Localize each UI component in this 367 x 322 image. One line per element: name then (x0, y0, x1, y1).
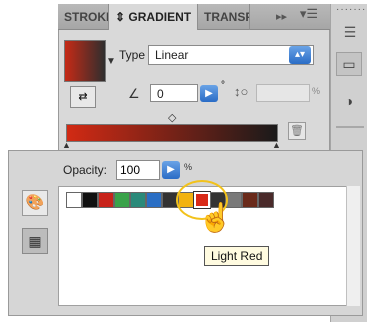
opacity-dropdown-icon[interactable]: ▶ (162, 161, 180, 179)
angle-dropdown-icon[interactable]: ▶ (200, 85, 218, 102)
tab-gradient-label: GRADIENT (128, 10, 192, 24)
color-palette-icon[interactable]: 🎨 (22, 190, 48, 216)
swatch-dark-maroon[interactable] (258, 192, 274, 208)
dock-transparency-icon[interactable]: ◑ (336, 90, 362, 114)
opacity-input-value: 100 (120, 163, 141, 177)
reverse-gradient-button[interactable]: ⇄ (70, 86, 96, 108)
opacity-input[interactable]: 100 (116, 160, 160, 180)
type-select-arrow-icon[interactable]: ▴▾ (289, 46, 311, 64)
swatch-maroon[interactable] (242, 192, 258, 208)
gradient-preview-swatch[interactable] (64, 40, 106, 82)
aspect-ratio-input (256, 84, 310, 102)
swatch-dropdown-icon[interactable]: ▼ (106, 56, 116, 67)
tab-gradient[interactable]: ⇕ GRADIENT (108, 4, 198, 30)
hand-cursor-icon: ☝ (198, 202, 233, 233)
aspect-ratio-icon: ↕○ (234, 84, 249, 99)
angle-input[interactable]: 0 (150, 84, 198, 102)
trash-icon[interactable]: 🗑 (288, 122, 306, 140)
swatch-white[interactable] (66, 192, 82, 208)
swatches-scrollbar[interactable] (346, 186, 360, 306)
expand-arrows-icon[interactable]: ▸▸ (276, 10, 287, 23)
swatch-teal[interactable] (130, 192, 146, 208)
opacity-label: Opacity: (63, 163, 108, 177)
aspect-percent-symbol: % (312, 86, 321, 96)
swatch-tooltip: Light Red (204, 246, 270, 266)
tab-gradient-icon: ⇕ (115, 10, 126, 24)
color-stop-right-icon[interactable]: ▲ (272, 140, 281, 150)
type-label: Type (119, 48, 146, 62)
gradient-slider-bar[interactable] (66, 124, 278, 142)
angle-icon: ∠ (128, 86, 140, 101)
dock-menu-icon[interactable]: ☰ (338, 24, 362, 44)
dock-divider (336, 126, 364, 128)
swatches-grid-icon[interactable]: ▦ (22, 228, 48, 254)
swatch-blue[interactable] (146, 192, 162, 208)
swatch-black[interactable] (82, 192, 98, 208)
dock-gradient-icon[interactable]: ▭ (336, 52, 362, 76)
opacity-percent-symbol: % (184, 162, 193, 172)
angle-input-value: 0 (157, 87, 164, 101)
type-select-value: Linear (155, 48, 189, 62)
tab-transparency[interactable]: TRANSPARENCY (198, 4, 250, 30)
tab-stroke[interactable]: STROKE (58, 4, 110, 30)
midpoint-diamond-icon[interactable]: ◇ (168, 111, 176, 124)
panel-menu-icon[interactable]: ▾☰ (296, 6, 322, 24)
degree-symbol: ° (221, 80, 225, 91)
dock-dots: ······· (336, 4, 367, 15)
swatch-red[interactable] (98, 192, 114, 208)
color-stop-left-icon[interactable]: ▲ (62, 140, 71, 150)
swatch-green[interactable] (114, 192, 130, 208)
